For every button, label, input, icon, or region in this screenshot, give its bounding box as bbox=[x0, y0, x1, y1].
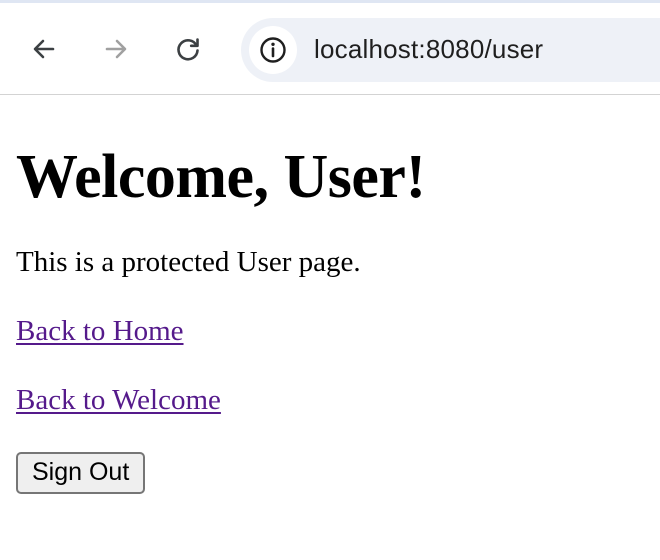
browser-toolbar: localhost:8080/user bbox=[0, 0, 660, 95]
arrow-right-icon bbox=[105, 39, 127, 59]
forward-button[interactable] bbox=[96, 29, 136, 69]
url-text[interactable]: localhost:8080/user bbox=[314, 34, 543, 65]
site-info-button[interactable] bbox=[249, 26, 297, 74]
back-to-welcome-link[interactable]: Back to Welcome bbox=[16, 383, 221, 417]
address-bar[interactable]: localhost:8080/user bbox=[241, 18, 660, 82]
page-title: Welcome, User! bbox=[16, 143, 426, 211]
page-description: This is a protected User page. bbox=[16, 246, 361, 278]
page-content: Welcome, User! This is a protected User … bbox=[0, 143, 660, 494]
sign-out-button[interactable]: Sign Out bbox=[16, 452, 146, 494]
reload-icon bbox=[177, 38, 199, 61]
arrow-left-icon bbox=[33, 39, 55, 59]
info-icon bbox=[260, 37, 286, 63]
reload-button[interactable] bbox=[168, 29, 208, 69]
back-button[interactable] bbox=[24, 29, 64, 69]
back-to-home-link[interactable]: Back to Home bbox=[16, 314, 184, 348]
